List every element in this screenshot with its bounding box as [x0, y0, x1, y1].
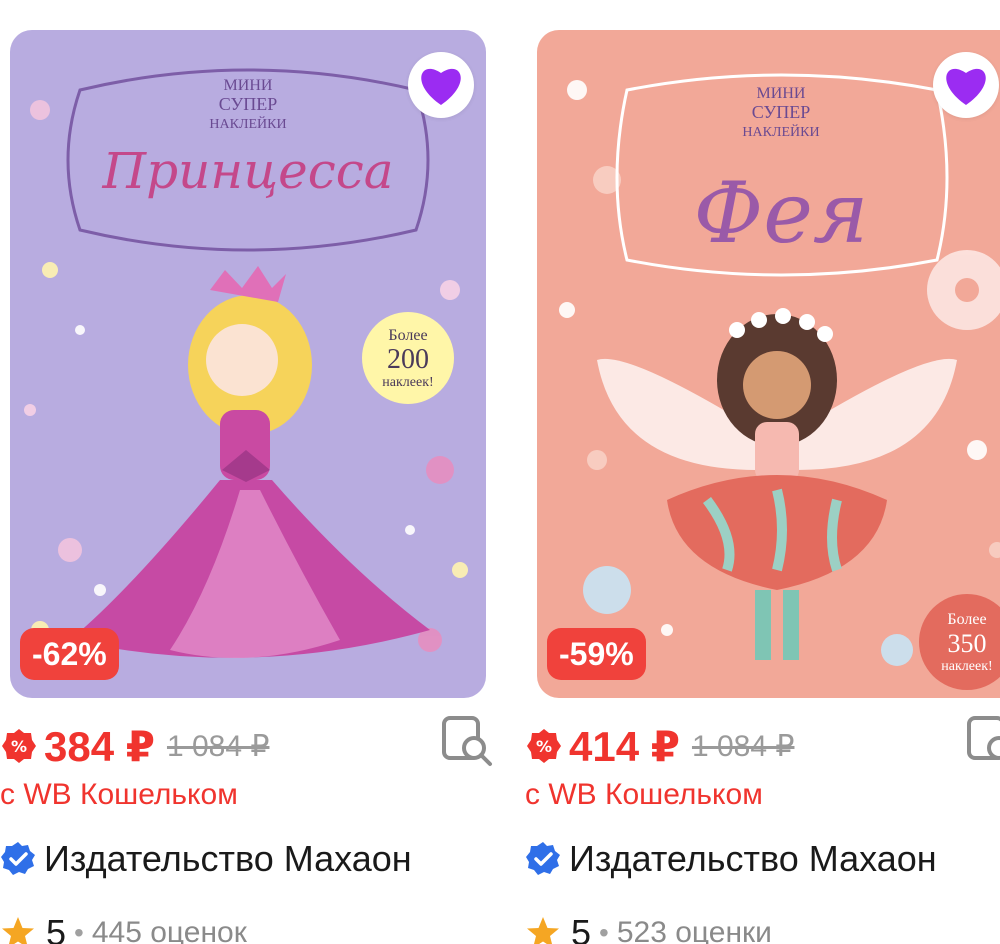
svg-text:%: % — [536, 737, 552, 756]
sale-badge-icon: % — [527, 729, 561, 763]
old-price: 1 084 ₽ — [691, 729, 795, 763]
rating-row: 5 • 445 оценок — [0, 908, 247, 944]
cover-series-line: МИНИ — [224, 77, 273, 94]
separator-dot: • — [599, 917, 609, 944]
review-count: 523 оценки — [616, 916, 772, 944]
cover-badge-line: Более — [947, 611, 986, 628]
svg-text:%: % — [11, 737, 27, 756]
separator-dot: • — [74, 917, 84, 944]
verified-check-icon — [1, 842, 35, 875]
cover-badge-line: 200 — [387, 344, 429, 375]
search-similar-icon[interactable] — [965, 714, 1000, 770]
princess-cover-illustration: МИНИ СУПЕР НАКЛЕЙКИ Принцесса Более 200 … — [10, 30, 486, 698]
rating-value: 5 — [46, 912, 67, 944]
cover-badge-line: наклеек! — [941, 659, 992, 674]
cover-series-line: НАКЛЕЙКИ — [742, 123, 819, 140]
old-price: 1 084 ₽ — [166, 729, 270, 763]
cover-title: Фея — [693, 164, 868, 262]
verified-check-icon — [526, 842, 560, 875]
cover-badge-line: 350 — [948, 629, 987, 658]
star-icon — [2, 917, 34, 944]
star-icon — [527, 917, 559, 944]
price-row: % 414 ₽ 1 084 ₽ — [525, 720, 794, 772]
search-similar-icon[interactable] — [440, 714, 496, 770]
heart-icon — [946, 68, 986, 105]
rating-row: 5 • 523 оценки — [525, 908, 772, 944]
cover-badge-line: наклеек! — [382, 375, 433, 390]
fairy-cover-illustration: МИНИ СУПЕР НАКЛЕЙКИ Фея Более 350 наклее… — [537, 30, 1000, 698]
current-price: 414 ₽ — [569, 722, 680, 770]
product-card[interactable]: МИНИ СУПЕР НАКЛЕЙКИ Фея Более 350 наклее… — [525, 0, 1000, 944]
cover-series-line: МИНИ — [757, 85, 806, 102]
product-image[interactable]: МИНИ СУПЕР НАКЛЕЙКИ Принцесса Более 200 … — [10, 30, 486, 698]
brand-row[interactable]: Издательство Махаон — [525, 838, 1000, 880]
wallet-price-label: с WB Кошельком — [525, 778, 763, 811]
product-card[interactable]: МИНИ СУПЕР НАКЛЕЙКИ Принцесса Более 200 … — [0, 0, 500, 944]
cover-series-line: СУПЕР — [219, 94, 278, 114]
favorite-button[interactable] — [933, 52, 999, 118]
cover-series-line: НАКЛЕЙКИ — [209, 115, 286, 132]
cover-series-line: СУПЕР — [752, 102, 811, 122]
favorite-button[interactable] — [408, 52, 474, 118]
product-image[interactable]: МИНИ СУПЕР НАКЛЕЙКИ Фея Более 350 наклее… — [537, 30, 1000, 698]
review-count: 445 оценок — [91, 916, 247, 944]
wallet-price-label: с WB Кошельком — [0, 778, 238, 811]
cover-title: Принцесса — [101, 142, 393, 200]
cover-badge-line: Более — [388, 327, 427, 344]
discount-badge: -59% — [547, 628, 646, 680]
rating-value: 5 — [571, 912, 592, 944]
sale-badge-icon: % — [2, 729, 36, 763]
heart-icon — [421, 68, 461, 105]
discount-badge: -62% — [20, 628, 119, 680]
brand-name: Издательство Махаон — [569, 838, 937, 879]
brand-name: Издательство Махаон — [44, 838, 412, 879]
price-row: % 384 ₽ 1 084 ₽ — [0, 720, 269, 772]
product-grid: МИНИ СУПЕР НАКЛЕЙКИ Принцесса Более 200 … — [0, 0, 1000, 944]
brand-row[interactable]: Издательство Махаон — [0, 838, 490, 880]
current-price: 384 ₽ — [44, 722, 155, 770]
